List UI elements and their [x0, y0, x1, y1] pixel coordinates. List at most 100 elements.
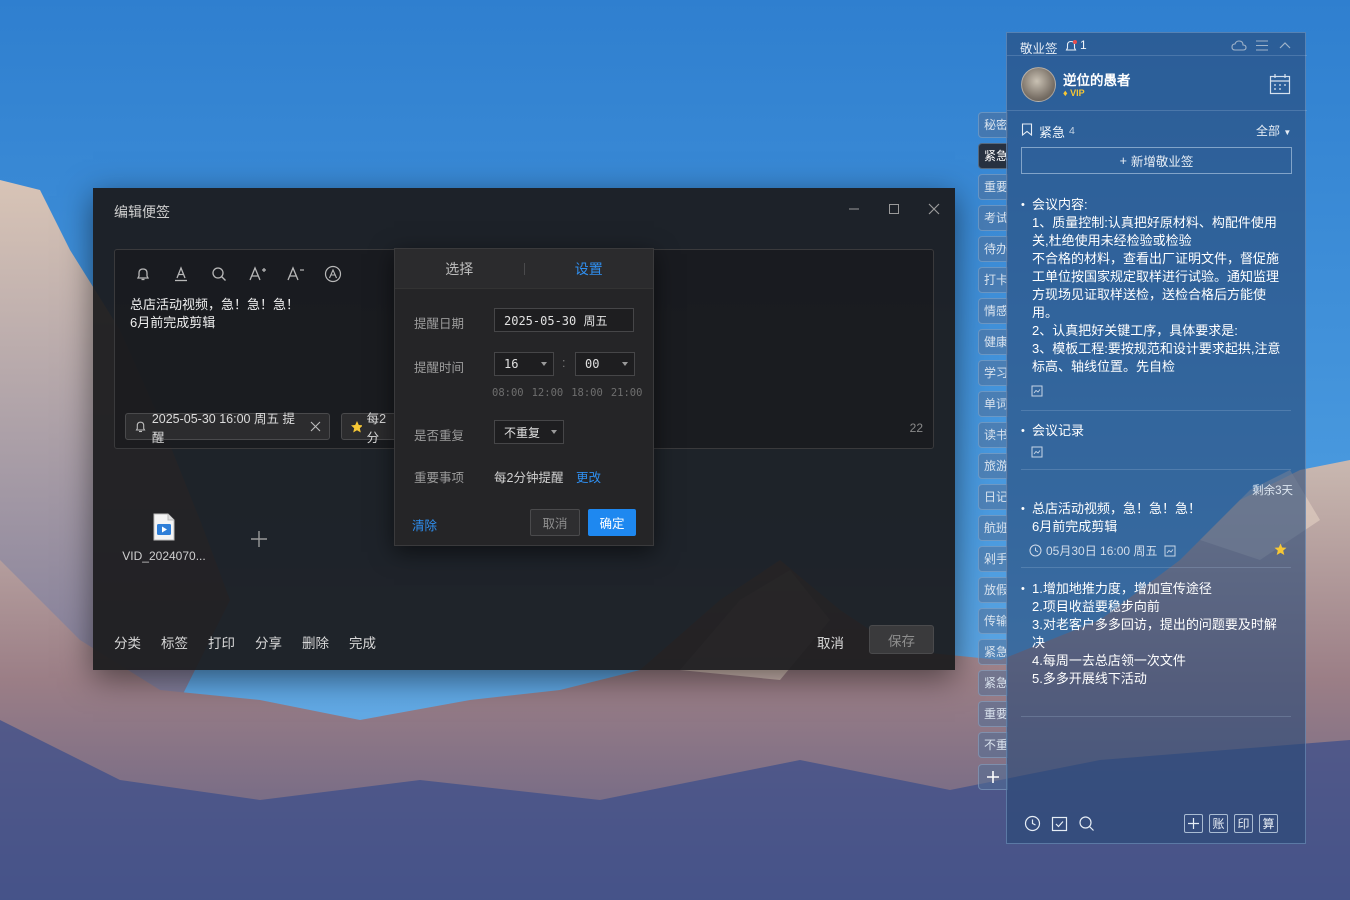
plus-icon	[251, 531, 267, 547]
repeat-select[interactable]: 不重复	[494, 420, 564, 444]
side-tab[interactable]: 日记	[978, 484, 1008, 510]
calendar-button[interactable]	[1269, 73, 1291, 95]
clear-link[interactable]: 清除	[412, 515, 437, 534]
notification-bell[interactable]	[1064, 39, 1078, 53]
side-tab[interactable]: 航班	[978, 515, 1008, 541]
note-line: 会议记录	[1032, 423, 1085, 438]
list-item[interactable]: • 总店活动视频，急！急！急！ 6月前完成剪辑	[1021, 500, 1297, 536]
print-button[interactable]: 印	[1234, 814, 1253, 833]
font-color-icon	[174, 266, 187, 282]
category-button[interactable]: 分类	[114, 632, 141, 652]
reminder-tag[interactable]: 2025-05-30 16:00 周五 提醒	[125, 412, 330, 445]
new-note-button[interactable]	[1184, 814, 1203, 833]
reminder-bell-button[interactable]	[129, 263, 156, 285]
quick-time[interactable]: 18:00	[571, 387, 603, 399]
side-tab[interactable]: 旅游	[978, 453, 1008, 479]
todo-button[interactable]	[1051, 815, 1068, 832]
collapse-button[interactable]	[1279, 41, 1291, 49]
side-tab[interactable]: 不重	[978, 732, 1008, 758]
note-content[interactable]: 总店活动视频，急！急！急！ 6月前完成剪辑	[130, 296, 299, 332]
cloud-icon	[1231, 40, 1247, 51]
user-name: 逆位的愚者	[1063, 73, 1131, 88]
quick-time[interactable]: 12:00	[532, 387, 564, 399]
side-tab[interactable]: 读书	[978, 422, 1008, 448]
side-tab[interactable]: 秘密	[978, 112, 1008, 138]
side-tab[interactable]: 待办	[978, 236, 1008, 262]
account-button[interactable]: 账	[1209, 814, 1228, 833]
cloud-sync-button[interactable]	[1231, 39, 1247, 52]
date-field[interactable]: 2025-05-30 周五	[494, 308, 634, 332]
add-category-button[interactable]	[978, 764, 1008, 790]
side-tab[interactable]: 健康	[978, 329, 1008, 355]
close-icon[interactable]	[310, 421, 321, 432]
side-tab[interactable]: 打卡	[978, 267, 1008, 293]
clock-icon	[1024, 815, 1041, 832]
side-tab[interactable]: 重要	[978, 701, 1008, 727]
menu-button[interactable]	[1256, 40, 1268, 51]
font-color-button[interactable]	[167, 263, 194, 285]
search-button[interactable]	[205, 263, 232, 285]
side-tab[interactable]: 单词	[978, 391, 1008, 417]
minimize-button[interactable]	[841, 198, 867, 220]
menu-icon	[1256, 40, 1268, 51]
note-line: 方现场见证取样送检，送检合格后方能使	[1032, 287, 1267, 302]
list-item[interactable]: • 会议记录	[1021, 422, 1297, 440]
side-tab[interactable]: 紧急	[978, 143, 1008, 169]
note-line: 3.对老客户多多回访，提出的问题要及时解	[1032, 617, 1277, 632]
tab-settings[interactable]: 设置	[525, 259, 654, 279]
star-icon[interactable]	[1274, 543, 1287, 556]
clear-format-button[interactable]	[319, 263, 346, 285]
note-line: 6月前完成剪辑	[130, 315, 216, 330]
cancel-button[interactable]: 取消	[817, 632, 844, 652]
maximize-button[interactable]	[881, 198, 907, 220]
side-tab[interactable]: 学习	[978, 360, 1008, 386]
bell-icon	[136, 268, 149, 281]
search-notes-button[interactable]	[1078, 815, 1095, 832]
plus-icon: +	[1119, 153, 1127, 168]
close-button[interactable]	[921, 198, 947, 220]
side-tab[interactable]: 紧急	[978, 670, 1008, 696]
add-attachment-button[interactable]	[250, 530, 268, 548]
font-increase-button[interactable]	[243, 263, 270, 285]
note-line: 总店活动视频，急！急！急！	[130, 297, 300, 312]
minute-value: 00	[585, 357, 600, 371]
confirm-button[interactable]: 确定	[588, 509, 636, 536]
tag-button[interactable]: 标签	[161, 632, 188, 652]
close-icon	[928, 203, 940, 215]
date-label: 提醒日期	[414, 317, 465, 331]
important-tag[interactable]: 每2分	[341, 412, 401, 445]
avatar[interactable]	[1021, 67, 1056, 102]
side-tab[interactable]: 紧急	[978, 639, 1008, 665]
hour-select[interactable]: 16	[494, 352, 554, 376]
plus-icon	[987, 771, 999, 783]
divider	[1021, 469, 1291, 470]
delete-button[interactable]: 删除	[302, 632, 329, 652]
list-item[interactable]: • 1.增加地推力度，增加宣传途径 2.项目收益要稳步向前 3.对老客户多多回访，提…	[1021, 580, 1297, 688]
done-button[interactable]: 完成	[349, 632, 376, 652]
print-button[interactable]: 打印	[208, 632, 235, 652]
divider	[1007, 110, 1307, 111]
list-item[interactable]: • 会议内容: 1、质量控制:认真把好原材料、构配件使用 关,杜绝使用未经检验或检验…	[1021, 196, 1297, 380]
share-button[interactable]: 分享	[255, 632, 282, 652]
calculator-button[interactable]: 算	[1259, 814, 1278, 833]
quick-time[interactable]: 08:00	[492, 387, 524, 399]
side-tab[interactable]: 放假	[978, 577, 1008, 603]
add-note-button[interactable]: + 新增敬业签	[1021, 147, 1292, 174]
side-tab[interactable]: 剁手	[978, 546, 1008, 572]
minute-select[interactable]: 00	[575, 352, 635, 376]
minimize-icon	[849, 208, 859, 210]
side-tab[interactable]: 情感	[978, 298, 1008, 324]
save-button[interactable]: 保存	[869, 625, 934, 654]
filter-dropdown[interactable]: 全部 ▼	[1256, 122, 1291, 139]
change-link[interactable]: 更改	[576, 467, 601, 486]
quick-time[interactable]: 21:00	[611, 387, 643, 399]
side-tab[interactable]: 传输	[978, 608, 1008, 634]
popup-cancel-button[interactable]: 取消	[530, 509, 580, 536]
side-tab[interactable]: 考试	[978, 205, 1008, 231]
tab-select[interactable]: 选择	[395, 259, 524, 279]
side-tab[interactable]: 重要	[978, 174, 1008, 200]
history-button[interactable]	[1024, 815, 1041, 832]
font-decrease-button[interactable]	[281, 263, 308, 285]
format-toolbar	[129, 263, 346, 285]
attachment-item[interactable]: VID_2024070...	[114, 513, 214, 563]
